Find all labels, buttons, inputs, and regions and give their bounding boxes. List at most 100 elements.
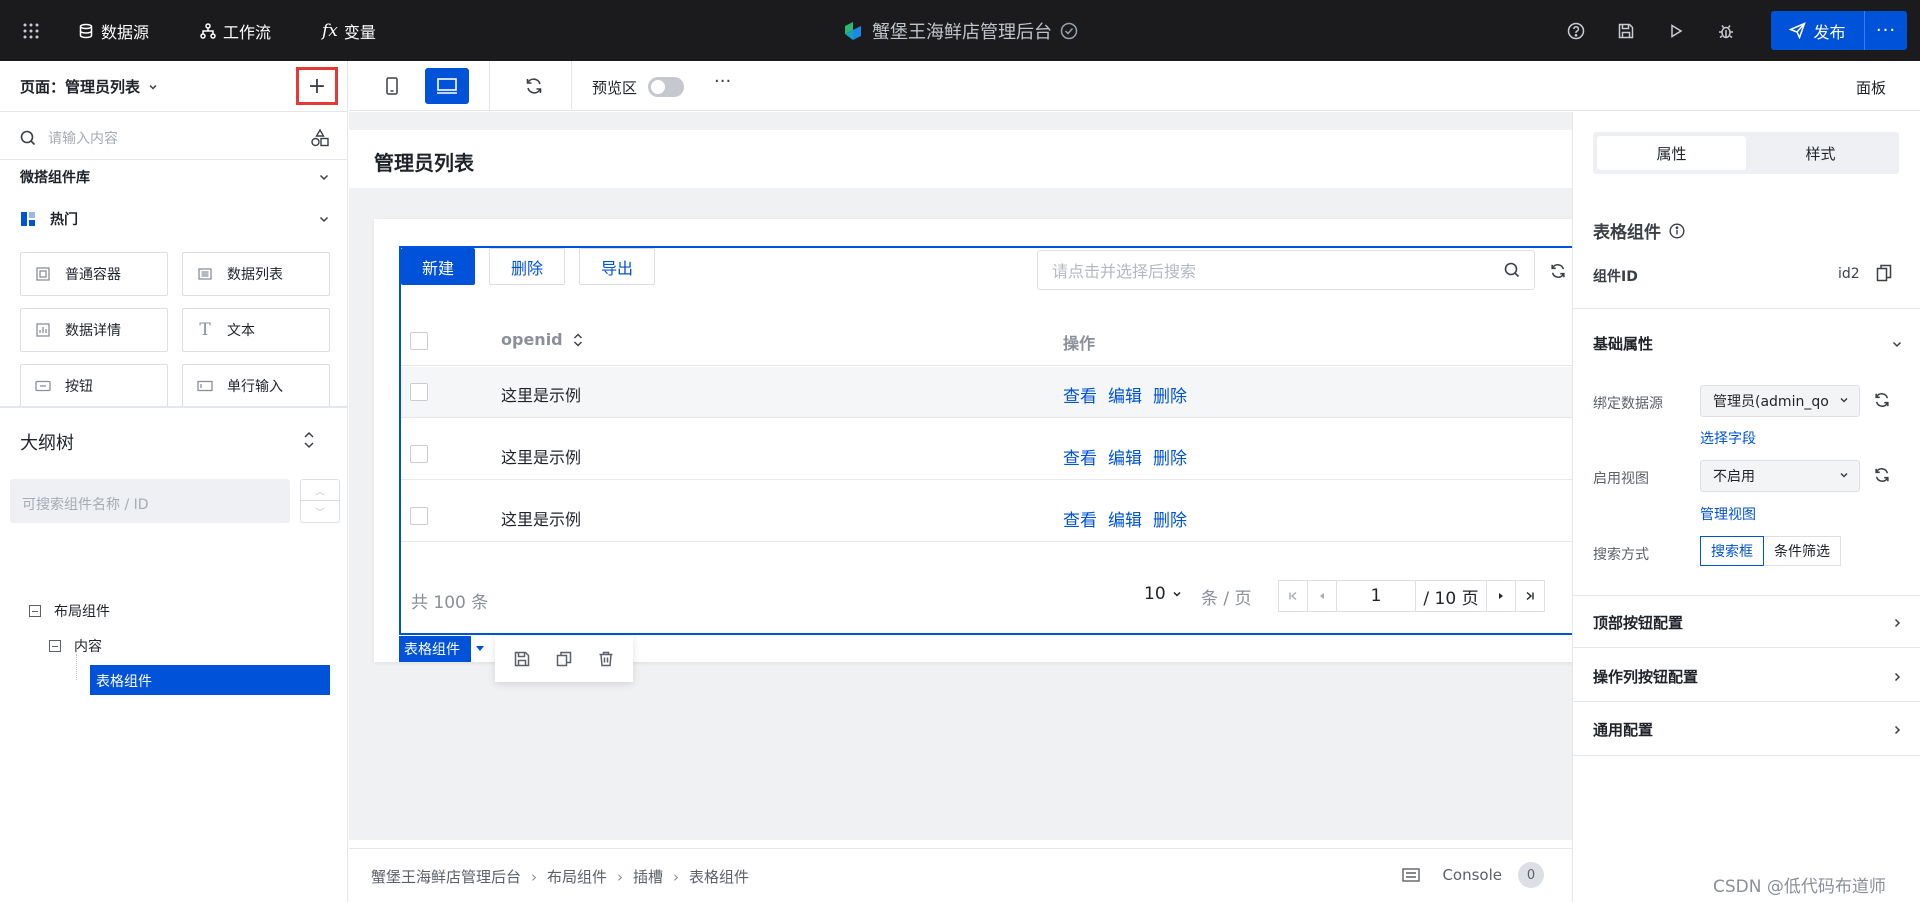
section-general-config[interactable]: 通用配置 (1593, 719, 1903, 740)
button-icon (35, 378, 51, 394)
row-checkbox[interactable] (410, 383, 428, 401)
section-top-buttons[interactable]: 顶部按钮配置 (1593, 612, 1903, 633)
save-icon[interactable] (513, 650, 531, 668)
chevron-down-icon[interactable]: ﹀ (301, 501, 339, 522)
delete-link[interactable]: 删除 (1153, 506, 1187, 531)
component-button[interactable]: 按钮 (20, 364, 168, 408)
debug-bug-icon[interactable] (1715, 20, 1737, 42)
view-select[interactable]: 不启用 (1700, 460, 1860, 492)
row-checkbox[interactable] (410, 445, 428, 463)
tab-properties[interactable]: 属性 (1597, 136, 1746, 170)
nav-datasource[interactable]: 数据源 (78, 0, 149, 61)
edit-link[interactable]: 编辑 (1108, 506, 1142, 531)
panel-toggle-button[interactable]: 面板 (1856, 77, 1886, 98)
tree-node-content[interactable]: 内容 (49, 636, 102, 656)
divider (0, 111, 348, 112)
next-page-button[interactable] (1486, 580, 1516, 612)
view-link[interactable]: 查看 (1063, 382, 1097, 407)
trash-icon[interactable] (597, 650, 615, 668)
search-mode-filter[interactable]: 条件筛选 (1764, 536, 1841, 566)
more-options-button[interactable]: ··· (714, 71, 731, 92)
search-icon[interactable] (1504, 262, 1520, 278)
edit-link[interactable]: 编辑 (1108, 444, 1142, 469)
next-page-icon (1497, 592, 1505, 600)
info-icon[interactable] (1669, 222, 1685, 239)
section-action-column-buttons[interactable]: 操作列按钮配置 (1593, 666, 1903, 687)
last-page-button[interactable] (1515, 580, 1545, 612)
outline-stepper[interactable]: ︿ ﹀ (300, 479, 340, 523)
edit-link[interactable]: 编辑 (1108, 382, 1142, 407)
component-container[interactable]: 普通容器 (20, 252, 168, 296)
play-icon[interactable] (1665, 20, 1687, 42)
chevron-up-icon[interactable]: ︿ (301, 480, 339, 501)
outline-search-input[interactable]: 可搜索组件名称 / ID (10, 479, 290, 523)
refresh-icon[interactable] (1873, 466, 1891, 484)
nav-variables[interactable]: fx 变量 (322, 0, 376, 61)
page-number-input[interactable]: 1 (1336, 580, 1416, 612)
sort-icon[interactable] (573, 332, 583, 348)
tree-node-table[interactable]: 表格组件 (90, 665, 330, 695)
add-page-button[interactable]: + (296, 67, 338, 105)
breadcrumb-item[interactable]: 布局组件 (547, 866, 607, 887)
select-all-checkbox[interactable] (410, 332, 428, 350)
datasource-select[interactable]: 管理员(admin_qo (1700, 385, 1860, 417)
component-single-input[interactable]: 单行输入 (182, 364, 330, 408)
selected-component-tag[interactable]: 表格组件 (399, 636, 471, 662)
refresh-button[interactable] (512, 68, 556, 104)
page-selector[interactable]: 页面：管理员列表 (20, 76, 158, 97)
apps-grid-icon[interactable] (20, 20, 42, 42)
table-refresh-icon[interactable] (1549, 262, 1567, 280)
table-header: openid 操作 (401, 316, 1572, 366)
publish-main[interactable]: 发布 (1771, 11, 1865, 50)
shapes-filter-icon[interactable] (310, 128, 330, 148)
export-button[interactable]: 导出 (579, 248, 655, 285)
select-fields-link[interactable]: 选择字段 (1700, 428, 1756, 448)
delete-link[interactable]: 删除 (1153, 382, 1187, 407)
help-icon[interactable] (1565, 20, 1587, 42)
refresh-icon[interactable] (1873, 391, 1891, 409)
component-search[interactable]: 请输入内容 (20, 123, 330, 153)
console-toggle[interactable]: Console 0 (1402, 862, 1544, 888)
prev-page-button[interactable] (1307, 580, 1337, 612)
nav-workflow[interactable]: 工作流 (200, 0, 271, 61)
publish-button[interactable]: 发布 ··· (1771, 11, 1907, 50)
new-button[interactable]: 新建 (401, 248, 475, 285)
breadcrumb-item[interactable]: 蟹堡王海鲜店管理后台 (371, 866, 521, 887)
caret-down-icon[interactable] (471, 636, 489, 662)
outline-title: 大纲树 (20, 433, 74, 454)
manage-view-link[interactable]: 管理视图 (1700, 504, 1756, 524)
hot-header[interactable]: 热门 (20, 209, 330, 229)
desktop-view-button[interactable] (425, 68, 469, 104)
breadcrumb-item[interactable]: 表格组件 (689, 866, 749, 887)
mobile-view-button[interactable] (370, 68, 414, 104)
view-link[interactable]: 查看 (1063, 506, 1097, 531)
library-header[interactable]: 微搭组件库 (20, 167, 330, 187)
search-mode-box[interactable]: 搜索框 (1700, 536, 1764, 566)
delete-link[interactable]: 删除 (1153, 444, 1187, 469)
basic-props-header[interactable]: 基础属性 (1593, 333, 1903, 354)
save-icon[interactable] (1615, 20, 1637, 42)
component-data-list[interactable]: 数据列表 (182, 252, 330, 296)
column-header-openid[interactable]: openid (501, 330, 563, 349)
table-search-input[interactable]: 请点击并选择后搜索 (1037, 250, 1535, 290)
view-link[interactable]: 查看 (1063, 444, 1097, 469)
component-data-detail[interactable]: 数据详情 (20, 308, 168, 352)
row-checkbox[interactable] (410, 507, 428, 525)
copy-icon[interactable] (1876, 264, 1892, 282)
breadcrumb-item[interactable]: 插槽 (633, 866, 663, 887)
copy-icon[interactable] (555, 650, 573, 668)
delete-button[interactable]: 删除 (489, 248, 565, 285)
component-title: 表格组件 (1593, 218, 1685, 243)
preview-toggle[interactable] (648, 77, 684, 97)
collapse-icon[interactable] (49, 640, 61, 652)
collapse-icon[interactable] (29, 605, 41, 617)
page-size-select[interactable]: 10 (1144, 584, 1182, 604)
publish-more-button[interactable]: ··· (1865, 11, 1907, 50)
component-text[interactable]: T 文本 (182, 308, 330, 352)
tab-styles[interactable]: 样式 (1746, 136, 1895, 170)
tree-node-layout[interactable]: 布局组件 (29, 601, 110, 621)
first-page-button[interactable] (1278, 580, 1308, 612)
single-input-icon (197, 378, 213, 394)
table-component[interactable]: 新建 删除 导出 请点击并选择后搜索 openid 操作 这里是示例 查看 编辑… (399, 246, 1572, 635)
expand-collapse-icon[interactable] (302, 431, 316, 449)
